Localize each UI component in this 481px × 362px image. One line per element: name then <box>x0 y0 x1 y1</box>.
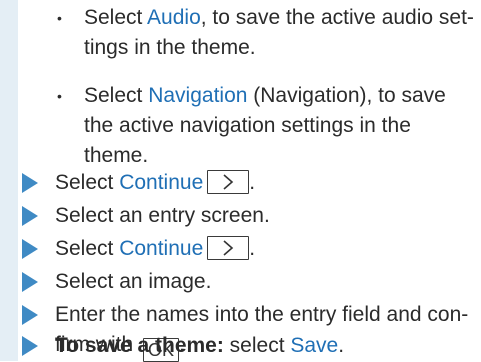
select-word: Select <box>55 237 120 260</box>
step-arrow-icon <box>22 305 38 325</box>
step-arrow-icon <box>22 206 38 226</box>
bullet-dot: • <box>57 10 62 26</box>
step-arrow-icon <box>22 239 38 259</box>
sidebar-bar <box>0 0 18 361</box>
step-arrow-icon <box>22 336 38 356</box>
chevron-right-icon <box>223 240 234 256</box>
navigation-desc: (Navigation), to save <box>247 84 446 107</box>
step-entry-screen: Select an entry screen. <box>22 201 477 231</box>
bullet-dot: • <box>57 88 62 104</box>
save-link[interactable]: Save <box>290 334 338 357</box>
list-item-audio: • Select Audio, to save the active audio… <box>57 3 477 63</box>
enter-names-line1: Enter the names into the entry field and… <box>55 303 469 326</box>
save-pre: select <box>223 334 291 357</box>
select-word: Select <box>84 6 148 29</box>
period: . <box>249 171 256 194</box>
step-image: Select an image. <box>22 267 477 297</box>
continue-link[interactable]: Continue <box>119 171 203 194</box>
entry-screen-text: Select an entry screen. <box>55 204 270 227</box>
chevron-right-icon <box>223 174 234 190</box>
continue-key[interactable] <box>207 170 250 194</box>
step-arrow-icon <box>22 272 38 292</box>
step-arrow-icon <box>22 173 38 193</box>
audio-desc: , to save the active audio set- <box>200 6 474 29</box>
list-item-navigation: • Select Navigation (Navigation), to sav… <box>57 81 477 171</box>
navigation-desc-line2: the active navigation settings in the <box>84 114 411 137</box>
navigation-desc-line3: theme. <box>84 144 149 167</box>
continue-link[interactable]: Continue <box>119 237 203 260</box>
select-word: Select <box>84 84 149 107</box>
continue-key[interactable] <box>207 236 250 260</box>
image-text: Select an image. <box>55 270 212 293</box>
step-continue-1: Select Continue. <box>22 168 477 198</box>
period: . <box>338 334 345 357</box>
period: . <box>249 237 256 260</box>
step-save-theme: To save a theme: select Save. <box>22 331 477 361</box>
select-word: Select <box>55 171 120 194</box>
audio-link[interactable]: Audio <box>147 6 201 29</box>
save-heading: To save a theme: <box>55 334 224 357</box>
step-continue-2: Select Continue. <box>22 234 477 264</box>
navigation-link[interactable]: Navigation <box>148 84 247 107</box>
audio-desc-line2: tings in the theme. <box>84 36 256 59</box>
